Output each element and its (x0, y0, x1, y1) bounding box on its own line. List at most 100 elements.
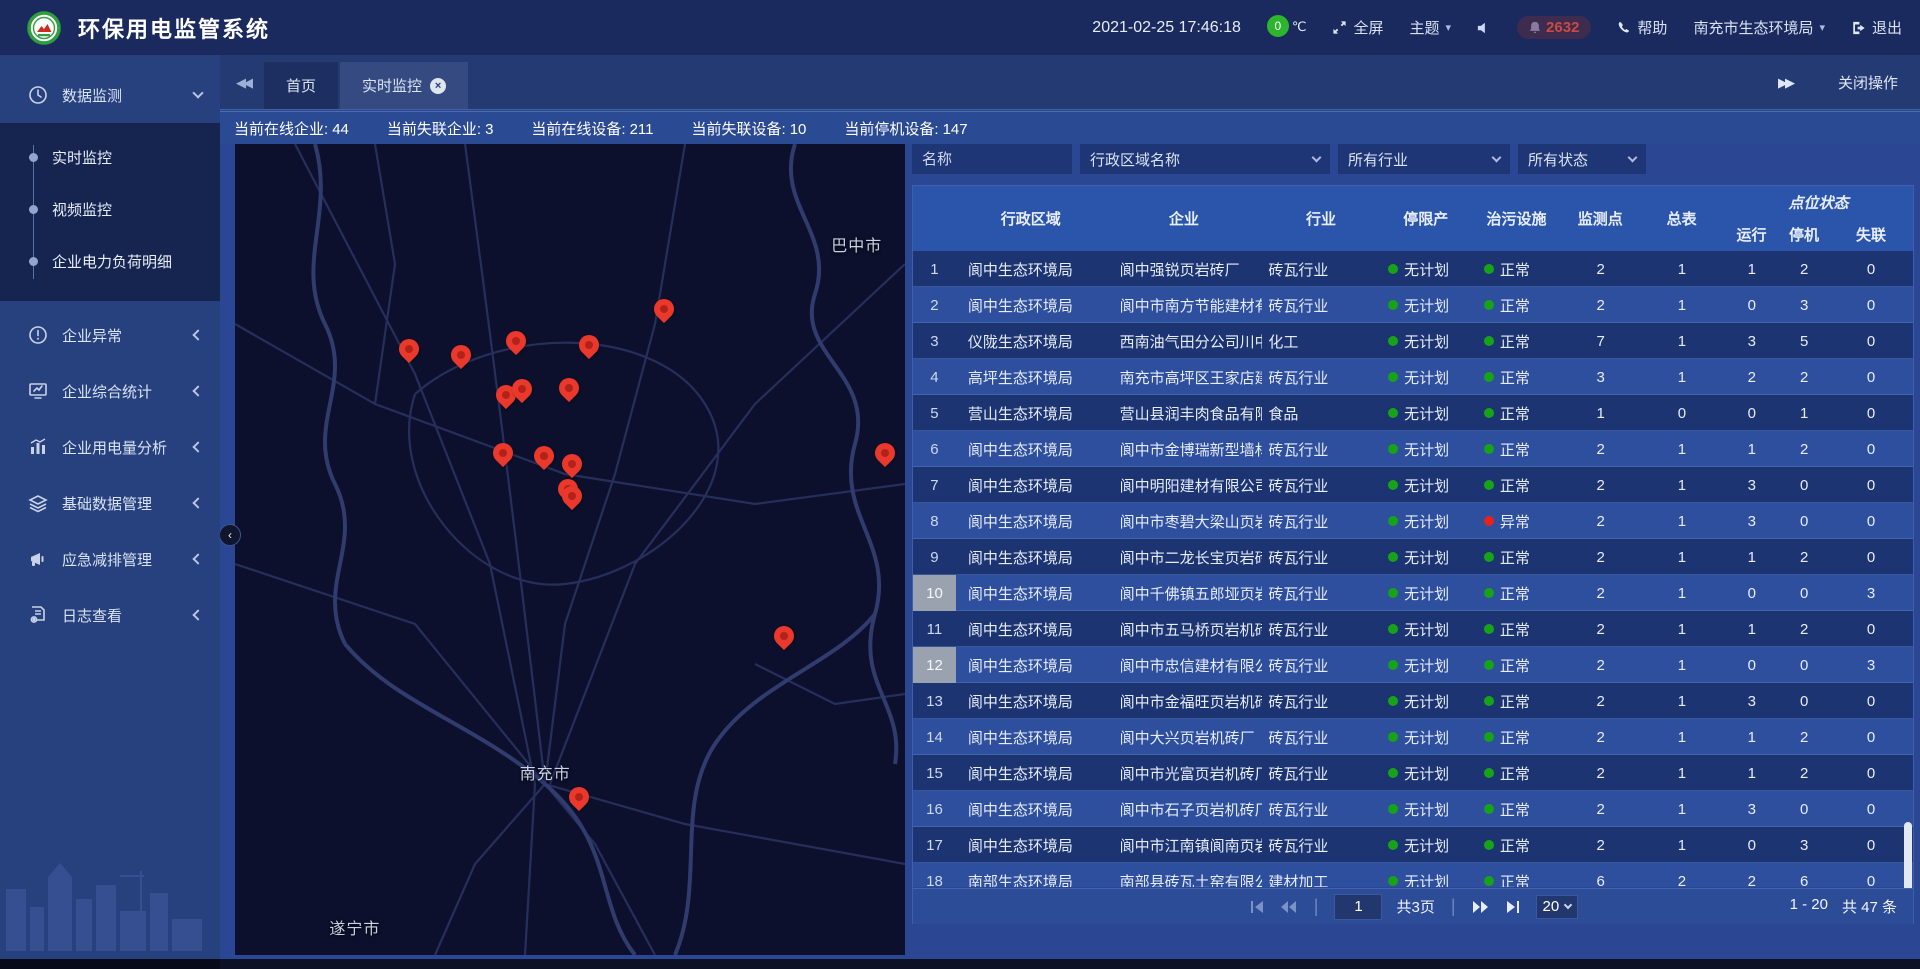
map-pin-icon[interactable] (654, 299, 674, 319)
tabs-scroll-left-icon[interactable]: ◀◀ (236, 75, 250, 91)
col-pollution-facility: 治污设施 (1472, 186, 1562, 251)
status-dot-icon (1484, 696, 1494, 706)
table-row[interactable]: 11阆中生态环境局阆中市五马桥页岩机砖砖瓦行业无计划正常21120 (913, 611, 1913, 647)
cell-stopped: 2 (1779, 539, 1829, 575)
map-pin-icon[interactable] (559, 378, 579, 398)
table-row[interactable]: 18南部生态环境局南部县砖瓦土窑有限公建材加工无计划正常62260 (913, 863, 1913, 887)
fullscreen-button[interactable]: 全屏 (1332, 17, 1383, 38)
cell-running: 0 (1724, 575, 1779, 611)
table-row[interactable]: 17阆中生态环境局阆中市江南镇阆南页岩砖瓦行业无计划正常21030 (913, 827, 1913, 863)
sidebar-item-video-monitoring[interactable]: 视频监控 (0, 183, 220, 235)
cell-row-number: 11 (913, 611, 956, 647)
map-pin-icon[interactable] (534, 446, 554, 466)
tab-home[interactable]: 首页 (264, 62, 338, 109)
tabs-scroll-right-icon[interactable]: ▶▶ (1778, 75, 1792, 91)
sidebar-item-label: 企业综合统计 (62, 381, 194, 402)
region-filter-select[interactable]: 行政区域名称 (1080, 144, 1330, 174)
sidebar-item-power-load-detail[interactable]: 企业电力负荷明细 (0, 235, 220, 287)
cell-limit-production: 无计划 (1380, 467, 1472, 503)
table-row[interactable]: 6阆中生态环境局阆中市金博瑞新型墙材砖瓦行业无计划正常21120 (913, 431, 1913, 467)
submenu-dot-icon (29, 153, 38, 162)
mute-button[interactable] (1477, 21, 1491, 35)
table-row[interactable]: 12阆中生态环境局阆中市忠信建材有限公砖瓦行业无计划正常21003 (913, 647, 1913, 683)
first-page-button[interactable] (1248, 899, 1266, 915)
sidebar-item-emergency-reduction[interactable]: 应急减排管理 (0, 531, 220, 587)
page-input[interactable] (1334, 894, 1382, 920)
submenu-dot-icon (29, 205, 38, 214)
panel-collapse-handle[interactable]: ‹ (219, 524, 241, 546)
table-row[interactable]: 9阆中生态环境局阆中市二龙长宝页岩砖砖瓦行业无计划正常21120 (913, 539, 1913, 575)
page-size-select[interactable]: 20 (1536, 895, 1579, 919)
next-page-button[interactable] (1472, 899, 1490, 915)
map-pin-icon[interactable] (562, 486, 582, 506)
industry-filter-select[interactable]: 所有行业 (1338, 144, 1510, 174)
table-row[interactable]: 2阆中生态环境局阆中市南方节能建材有砖瓦行业无计划正常21030 (913, 287, 1913, 323)
sidebar-item-base-data-management[interactable]: 基础数据管理 (0, 475, 220, 531)
cell-row-number: 6 (913, 431, 956, 467)
cell-total-meter: 1 (1640, 251, 1725, 287)
cell-region: 阆中生态环境局 (956, 647, 1106, 683)
prev-page-button[interactable] (1280, 899, 1298, 915)
sidebar-item-power-usage-analysis[interactable]: 企业用电量分析 (0, 419, 220, 475)
help-label: 帮助 (1637, 17, 1667, 38)
theme-dropdown[interactable]: 主题 ▾ (1410, 17, 1452, 38)
table-row[interactable]: 14阆中生态环境局阆中大兴页岩机砖厂砖瓦行业无计划正常21120 (913, 719, 1913, 755)
bar-chart-icon (28, 437, 48, 457)
close-operations-button[interactable]: 关闭操作 (1838, 72, 1898, 93)
tab-close-icon[interactable]: × (430, 78, 446, 94)
cell-running: 1 (1724, 755, 1779, 791)
map-pin-icon[interactable] (399, 339, 419, 359)
map-pin-icon[interactable] (512, 379, 532, 399)
status-dot-icon (1388, 876, 1398, 886)
status-dot-icon (1484, 876, 1494, 886)
status-dot-icon (1484, 660, 1494, 670)
sidebar-item-realtime-monitoring[interactable]: 实时监控 (0, 131, 220, 183)
org-dropdown[interactable]: 南充市生态环境局 ▾ (1693, 17, 1825, 38)
cell-stopped: 3 (1779, 827, 1829, 863)
cell-monitor-points: 2 (1562, 827, 1640, 863)
table-row[interactable]: 3仪陇生态环境局西南油气田分公司川中化工无计划正常71350 (913, 323, 1913, 359)
sidebar-item-log-view[interactable]: 日志查看 (0, 587, 220, 643)
cell-company: 阆中市二龙长宝页岩砖 (1106, 539, 1263, 575)
status-filter-select[interactable]: 所有状态 (1518, 144, 1646, 174)
sidebar-item-data-monitoring[interactable]: 数据监测 (0, 67, 220, 123)
fullscreen-icon (1332, 20, 1347, 35)
last-page-button[interactable] (1504, 899, 1522, 915)
tab-realtime-monitoring[interactable]: 实时监控 × (340, 62, 468, 109)
map-pin-icon[interactable] (506, 331, 526, 351)
map-pin-icon[interactable] (569, 787, 589, 807)
cell-lost: 0 (1829, 719, 1913, 755)
sidebar-item-enterprise-anomaly[interactable]: 企业异常 (0, 307, 220, 363)
map-pin-icon[interactable] (774, 626, 794, 646)
table-row[interactable]: 1阆中生态环境局阆中强锐页岩砖厂砖瓦行业无计划正常21120 (913, 251, 1913, 287)
map-pin-icon[interactable] (493, 443, 513, 463)
col-stopped: 停机 (1779, 218, 1829, 251)
map-pin-icon[interactable] (875, 443, 895, 463)
table-row[interactable]: 4高坪生态环境局南充市高坪区王家店建砖瓦行业无计划正常31220 (913, 359, 1913, 395)
cell-company: 西南油气田分公司川中 (1106, 323, 1263, 359)
logout-button[interactable]: 退出 (1851, 17, 1902, 38)
cell-industry: 砖瓦行业 (1262, 251, 1380, 287)
map-panel[interactable]: 巴中市南充市遂宁市 (235, 144, 905, 955)
table-row[interactable]: 10阆中生态环境局阆中千佛镇五郎垭页岩砖瓦行业无计划正常21003 (913, 575, 1913, 611)
table-row[interactable]: 8阆中生态环境局阆中市枣碧大梁山页岩砖瓦行业无计划异常21300 (913, 503, 1913, 539)
help-button[interactable]: 帮助 (1617, 17, 1667, 38)
notification-badge[interactable]: 2632 (1517, 16, 1591, 39)
name-filter-input[interactable] (912, 144, 1072, 174)
col-region: 行政区域 (956, 186, 1106, 251)
sidebar-item-enterprise-statistics[interactable]: 企业综合统计 (0, 363, 220, 419)
cell-monitor-points: 2 (1562, 287, 1640, 323)
table-row[interactable]: 7阆中生态环境局阆中明阳建材有限公司砖瓦行业无计划正常21300 (913, 467, 1913, 503)
map-pin-icon[interactable] (579, 335, 599, 355)
table-row[interactable]: 15阆中生态环境局阆中市光富页岩机砖厂砖瓦行业无计划正常21120 (913, 755, 1913, 791)
cell-industry: 砖瓦行业 (1262, 791, 1380, 827)
cell-company: 阆中市南方节能建材有 (1106, 287, 1263, 323)
table-row[interactable]: 13阆中生态环境局阆中市金福旺页岩机砖砖瓦行业无计划正常21300 (913, 683, 1913, 719)
cell-monitor-points: 2 (1562, 251, 1640, 287)
table-row[interactable]: 16阆中生态环境局阆中市石子页岩机砖厂砖瓦行业无计划正常21300 (913, 791, 1913, 827)
cell-pollution-facility: 正常 (1472, 863, 1562, 887)
map-pin-icon[interactable] (562, 454, 582, 474)
table-row[interactable]: 5营山生态环境局营山县润丰肉食品有限食品无计划正常10010 (913, 395, 1913, 431)
map-pin-icon[interactable] (451, 345, 471, 365)
cell-total-meter: 1 (1640, 503, 1725, 539)
